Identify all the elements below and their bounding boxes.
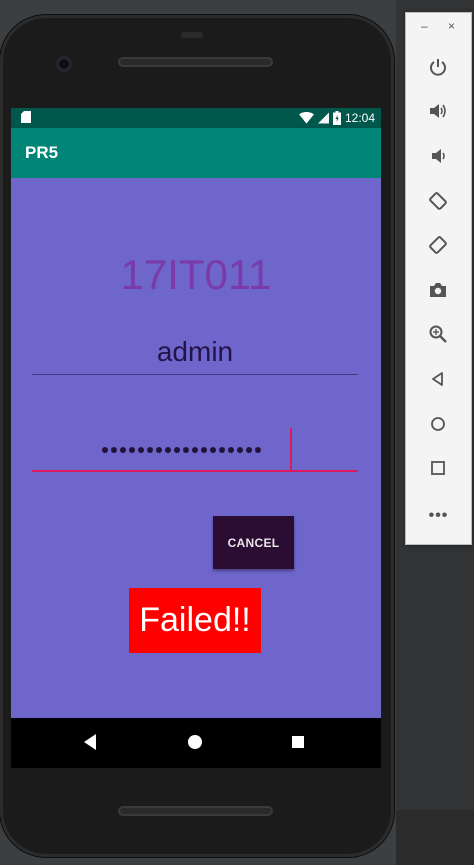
username-field[interactable]: admin: [32, 330, 358, 375]
volume-down-icon[interactable]: [424, 142, 452, 170]
rotate-left-icon[interactable]: [424, 187, 452, 215]
overview-icon[interactable]: [424, 454, 452, 482]
battery-icon: [332, 111, 341, 125]
password-dot: [228, 447, 234, 453]
power-icon[interactable]: [424, 53, 452, 81]
password-dot: [165, 447, 171, 453]
volume-up-icon[interactable]: [424, 97, 452, 125]
password-dot: [138, 447, 144, 453]
password-dot: [246, 447, 252, 453]
password-dot: [192, 447, 198, 453]
app-title: PR5: [25, 143, 59, 162]
password-dot: [174, 447, 180, 453]
password-dot: [201, 447, 207, 453]
password-dot: [183, 447, 189, 453]
camera-icon[interactable]: [424, 276, 452, 304]
page-heading: 17IT011: [120, 251, 272, 298]
home-icon[interactable]: [188, 735, 202, 749]
cancel-button[interactable]: CANCEL: [213, 516, 294, 569]
status-time: 12:04: [344, 111, 375, 125]
password-dot: [219, 447, 225, 453]
phone-sensor: [181, 32, 203, 38]
login-result-message: Failed!!: [129, 588, 261, 653]
password-masked-value: [102, 434, 261, 466]
username-underline: [32, 374, 358, 375]
login-form: 17IT011 admin CANCEL Failed!!: [11, 178, 381, 718]
front-camera-icon: [56, 56, 72, 72]
zoom-icon[interactable]: [424, 320, 452, 348]
emulator-window: 12:04 PR5 17IT011 admin CANCEL Failed!!: [0, 0, 474, 865]
text-cursor: [290, 428, 292, 470]
navigation-bar: [11, 718, 381, 768]
ide-bottom-panel: [396, 810, 474, 865]
status-bar: 12:04: [11, 108, 381, 128]
password-dot: [237, 447, 243, 453]
emulator-toolbar: – × •••: [405, 12, 472, 545]
password-dot: [156, 447, 162, 453]
recents-icon[interactable]: [292, 736, 304, 748]
back-icon[interactable]: [84, 734, 96, 750]
more-options-icon[interactable]: •••: [406, 507, 471, 525]
username-value: admin: [156, 336, 234, 367]
password-field[interactable]: [32, 428, 358, 472]
home-icon[interactable]: [424, 410, 452, 438]
password-dot: [111, 447, 117, 453]
close-button[interactable]: ×: [448, 19, 455, 33]
app-bar: PR5: [11, 128, 381, 178]
device-screen: 12:04 PR5 17IT011 admin CANCEL Failed!!: [11, 108, 381, 768]
password-dot: [102, 447, 108, 453]
rotate-right-icon[interactable]: [424, 231, 452, 259]
phone-earpiece: [118, 57, 273, 67]
password-dot: [255, 447, 261, 453]
sd-card-icon: [21, 111, 31, 123]
password-dot: [120, 447, 126, 453]
password-dot: [129, 447, 135, 453]
password-dot: [210, 447, 216, 453]
password-dot: [147, 447, 153, 453]
wifi-icon: [298, 112, 314, 124]
phone-speaker: [118, 806, 273, 816]
signal-icon: [317, 112, 329, 124]
minimize-button[interactable]: –: [421, 19, 428, 33]
password-underline: [32, 470, 358, 472]
back-icon[interactable]: [424, 365, 452, 393]
